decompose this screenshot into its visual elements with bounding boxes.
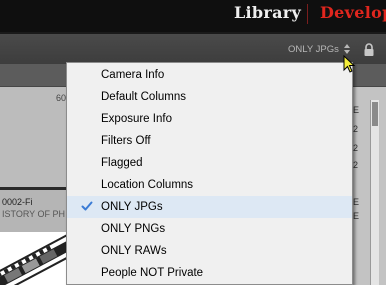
menu-item-filters-off[interactable]: Filters Off	[67, 130, 352, 152]
menu-item-only-raws[interactable]: ONLY RAWs	[67, 240, 352, 262]
photo-thumbnail[interactable]	[0, 232, 68, 285]
filter-preset-menu: Camera Info Default Columns Exposure Inf…	[66, 62, 353, 285]
menu-item-flagged[interactable]: Flagged	[67, 152, 352, 174]
menu-item-only-pngs[interactable]: ONLY PNGs	[67, 218, 352, 240]
menu-item-default-columns[interactable]: Default Columns	[67, 86, 352, 108]
library-filter-bar: ONLY JPGs	[0, 34, 386, 65]
scrollbar-thumb[interactable]	[372, 102, 378, 126]
menu-item-camera-info[interactable]: Camera Info	[67, 64, 352, 86]
menu-item-people-not-private[interactable]: People NOT Private	[67, 262, 352, 284]
menu-item-exposure-info[interactable]: Exposure Info	[67, 108, 352, 130]
module-library[interactable]: Library	[234, 3, 301, 23]
mouse-cursor-icon	[343, 55, 356, 73]
module-develop[interactable]: Develop	[320, 3, 386, 23]
file-description: ISTORY OF PH	[2, 209, 66, 219]
updown-chevron-icon[interactable]	[343, 43, 351, 55]
lock-icon[interactable]	[362, 43, 376, 57]
module-separator	[307, 4, 308, 24]
checkmark-icon	[81, 201, 93, 211]
file-name: 0002-Fi	[2, 197, 33, 207]
menu-item-only-jpgs[interactable]: ONLY JPGs	[67, 196, 352, 218]
grid-cell: 60	[0, 87, 68, 187]
module-picker: Library Develop	[0, 0, 386, 34]
filter-preset-label[interactable]: ONLY JPGs	[288, 44, 339, 55]
menu-item-location-columns[interactable]: Location Columns	[67, 174, 352, 196]
vertical-scrollbar[interactable]	[370, 100, 379, 285]
grid-cell-value: 60	[55, 93, 66, 103]
grid-right-column: E 2 2 2 E E	[352, 87, 386, 285]
